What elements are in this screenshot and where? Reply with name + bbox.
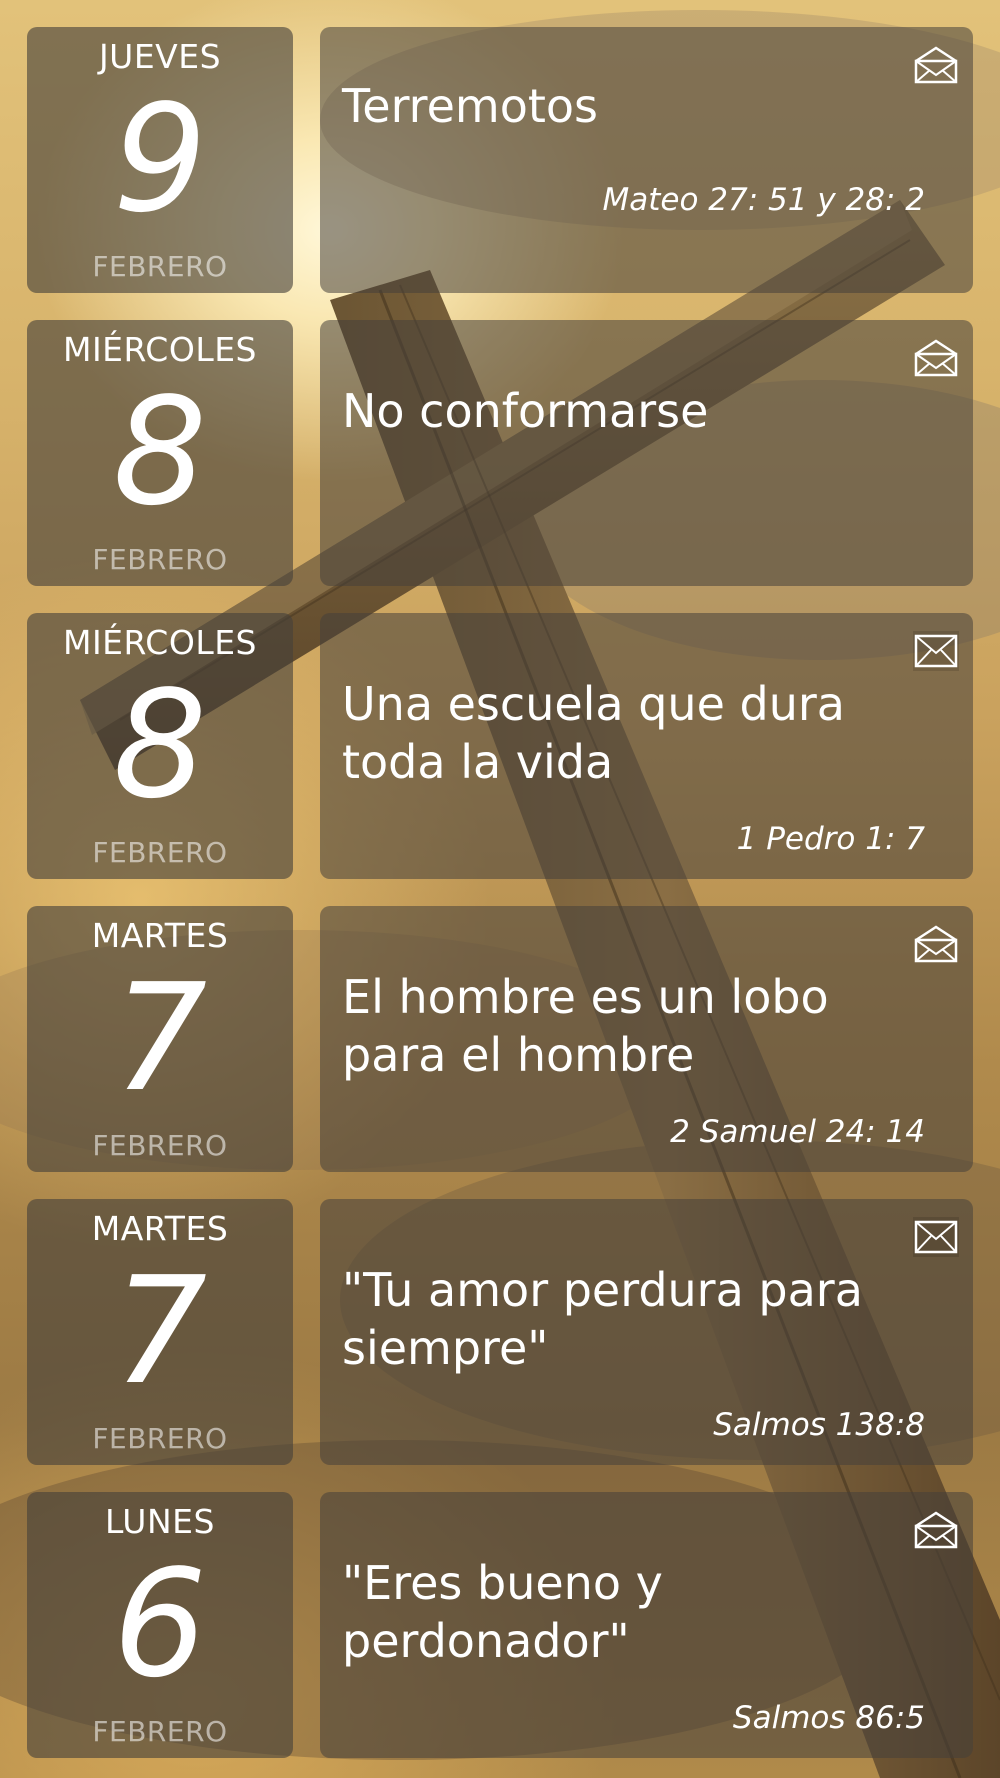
message-card[interactable]: El hombre es un lobo para el hombre 2 Sa… (320, 906, 973, 1172)
weekday-label: MIÉRCOLES (62, 330, 258, 369)
date-card[interactable]: JUEVES 9 FEBRERO (27, 27, 293, 293)
entry-row[interactable]: MARTES 7 FEBRERO El hombre es un lobo pa… (27, 906, 973, 1172)
bible-reference: Salmos 138:8 (713, 1407, 925, 1443)
month-label: FEBRERO (92, 1129, 228, 1162)
bible-reference: 2 Samuel 24: 14 (670, 1114, 925, 1150)
date-card[interactable]: MIÉRCOLES 8 FEBRERO (27, 613, 293, 879)
message-card[interactable]: Terremotos Mateo 27: 51 y 28: 2 (320, 27, 973, 293)
day-number: 8 (112, 366, 208, 538)
envelope-open-icon[interactable] (913, 1510, 959, 1550)
date-card[interactable]: LUNES 6 FEBRERO (27, 1492, 293, 1758)
entry-row[interactable]: LUNES 6 FEBRERO "Eres bueno y perdonador… (27, 1492, 973, 1758)
weekday-label: LUNES (105, 1502, 215, 1541)
bible-reference: 1 Pedro 1: 7 (736, 821, 925, 857)
weekday-label: MARTES (91, 1209, 229, 1248)
envelope-open-icon[interactable] (913, 338, 959, 378)
message-title: No conformarse (342, 384, 709, 438)
message-title: "Eres bueno y perdonador" (342, 1556, 663, 1668)
month-label: FEBRERO (92, 1422, 228, 1455)
bible-reference: Mateo 27: 51 y 28: 2 (602, 182, 925, 218)
date-card[interactable]: MIÉRCOLES 8 FEBRERO (27, 320, 293, 586)
message-card[interactable]: "Tu amor perdura para siempre" Salmos 13… (320, 1199, 973, 1465)
month-label: FEBRERO (92, 836, 228, 869)
date-card[interactable]: MARTES 7 FEBRERO (27, 1199, 293, 1465)
day-number: 8 (112, 659, 208, 831)
weekday-label: MIÉRCOLES (62, 623, 258, 662)
entry-row[interactable]: JUEVES 9 FEBRERO Terremotos Mateo 27: 51… (27, 27, 973, 293)
entry-row[interactable]: MARTES 7 FEBRERO "Tu amor perdura para s… (27, 1199, 973, 1465)
message-title: El hombre es un lobo para el hombre (342, 970, 829, 1082)
month-label: FEBRERO (92, 1715, 228, 1748)
month-label: FEBRERO (92, 250, 228, 283)
month-label: FEBRERO (92, 543, 228, 576)
weekday-label: MARTES (91, 916, 229, 955)
day-number: 7 (112, 952, 208, 1124)
weekday-label: JUEVES (98, 37, 222, 76)
message-card[interactable]: "Eres bueno y perdonador" Salmos 86:5 (320, 1492, 973, 1758)
envelope-closed-icon[interactable] (913, 1217, 959, 1257)
entry-row[interactable]: MIÉRCOLES 8 FEBRERO Una escuela que dura… (27, 613, 973, 879)
day-number: 9 (112, 73, 208, 245)
day-number: 7 (112, 1245, 208, 1417)
message-title: "Tu amor perdura para siempre" (342, 1263, 863, 1375)
day-number: 6 (112, 1538, 208, 1710)
message-title: Una escuela que dura toda la vida (342, 677, 845, 789)
bible-reference: Salmos 86:5 (732, 1700, 925, 1736)
message-card[interactable]: No conformarse (320, 320, 973, 586)
date-card[interactable]: MARTES 7 FEBRERO (27, 906, 293, 1172)
entry-row[interactable]: MIÉRCOLES 8 FEBRERO No conformarse (27, 320, 973, 586)
envelope-open-icon[interactable] (913, 924, 959, 964)
message-title: Terremotos (342, 79, 598, 133)
envelope-open-icon[interactable] (913, 45, 959, 85)
message-card[interactable]: Una escuela que dura toda la vida 1 Pedr… (320, 613, 973, 879)
envelope-closed-icon[interactable] (913, 631, 959, 671)
